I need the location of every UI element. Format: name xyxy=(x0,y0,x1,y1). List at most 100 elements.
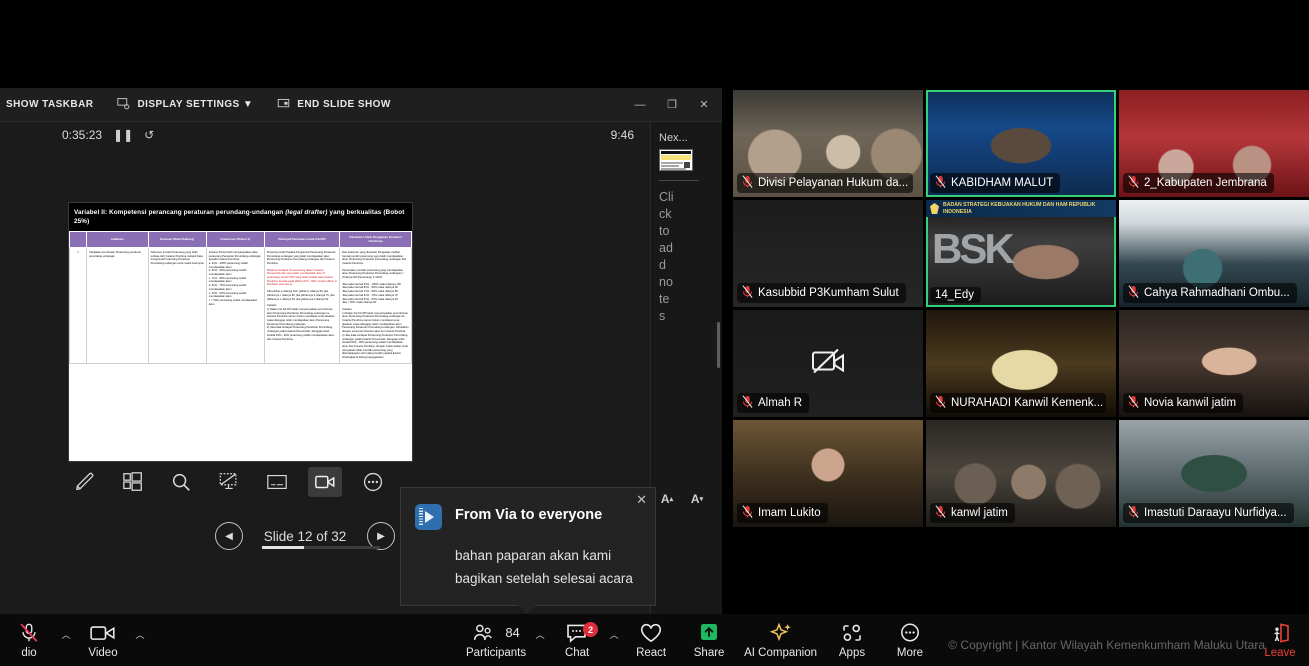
leave-label: Leave xyxy=(1264,646,1296,659)
ai-companion-button[interactable]: AI Companion xyxy=(738,614,823,666)
mic-muted-icon xyxy=(1128,395,1139,411)
sparkle-icon xyxy=(769,622,793,644)
video-options-caret[interactable]: ︿ xyxy=(132,614,148,666)
slide-table-row: 1 Kebijakan pembinaan Perancang peratura… xyxy=(68,246,412,364)
show-taskbar-button[interactable]: SHOW TASKBAR xyxy=(0,88,105,121)
tile-participant-name: kanwl jatim xyxy=(951,507,1008,519)
notes-scrollbar[interactable] xyxy=(717,322,720,368)
previous-slide-button[interactable]: ◀ xyxy=(215,522,243,550)
ai-companion-label: AI Companion xyxy=(744,646,817,659)
more-tool-button[interactable] xyxy=(356,467,390,497)
tile-participant-name: Cahya Rahmadhani Ombu... xyxy=(1144,287,1290,299)
end-slide-show-icon xyxy=(277,97,290,113)
share-label: Share xyxy=(693,646,725,659)
tile-name-badge: NURAHADI Kanwil Kemenk... xyxy=(930,393,1106,413)
font-decrease-button[interactable]: A ▾ xyxy=(686,488,708,510)
minimize-button[interactable]: — xyxy=(624,88,656,121)
video-tile[interactable]: NURAHADI Kanwil Kemenk... xyxy=(926,310,1116,417)
cell-panduan: Dari dokumen yang diupload, Pengawas mel… xyxy=(339,246,412,364)
video-tile[interactable]: KABIDHAM MALUT xyxy=(926,90,1116,197)
next-slide-thumbnail[interactable] xyxy=(659,149,693,171)
notes-pane: Nex... Click to add notes xyxy=(650,122,722,614)
tile-name-badge: Divisi Pelayanan Hukum da... xyxy=(737,173,913,193)
pen-icon xyxy=(75,472,94,490)
notes-placeholder[interactable]: Click to add notes xyxy=(659,189,675,325)
leave-button[interactable]: Leave xyxy=(1251,614,1309,666)
chat-options-caret[interactable]: ︿ xyxy=(606,614,622,666)
participants-options-caret[interactable]: ︿ xyxy=(532,614,548,666)
display-settings-button[interactable]: DISPLAY SETTINGS ▼ xyxy=(105,88,265,121)
font-increase-button[interactable]: A ▴ xyxy=(656,488,678,510)
tile-name-badge: Kasubbid P3Kumham Sulut xyxy=(737,283,906,303)
reset-timer-icon[interactable]: ↺ xyxy=(144,128,154,142)
tile-name-badge: Imastuti Daraayu Nurfidya... xyxy=(1123,503,1294,523)
tile-name-badge: Cahya Rahmadhani Ombu... xyxy=(1123,283,1297,303)
all-slides-tool-button[interactable] xyxy=(116,467,150,497)
audio-button[interactable]: dio xyxy=(0,614,58,666)
tile-participant-name: Kasubbid P3Kumham Sulut xyxy=(758,287,899,299)
chat-button[interactable]: 2 Chat xyxy=(548,614,606,666)
video-tile[interactable]: 2_Kabupaten Jembrana xyxy=(1119,90,1309,197)
participants-count: 84 xyxy=(505,625,520,640)
show-taskbar-label: SHOW TASKBAR xyxy=(6,99,94,110)
video-tile[interactable]: Novia kanwil jatim xyxy=(1119,310,1309,417)
slide-progress-bar[interactable] xyxy=(262,546,380,549)
video-tile[interactable]: Almah R xyxy=(733,310,923,417)
video-tile[interactable]: Imastuti Daraayu Nurfidya... xyxy=(1119,420,1309,527)
petunjuk-para-3: Jika pilihan a nilainya 100, pilihan b n… xyxy=(266,290,335,301)
video-tile[interactable]: BADAN STRATEGI KEBIJAKAN HUKUM DAN HAM R… xyxy=(926,200,1116,307)
mic-muted-icon xyxy=(935,175,946,191)
react-button[interactable]: React xyxy=(622,614,680,666)
end-slide-show-button[interactable]: END SLIDE SHOW xyxy=(265,88,403,121)
black-screen-tool-button[interactable] xyxy=(212,467,246,497)
slide-col-kelusan: Kelusan (Data Dukung) xyxy=(147,231,207,248)
audio-options-caret[interactable]: ︿ xyxy=(58,614,74,666)
microphone-muted-icon xyxy=(18,622,40,644)
video-tile[interactable]: Divisi Pelayanan Hukum da... xyxy=(733,90,923,197)
wall-clock: 9:46 xyxy=(610,128,634,142)
video-tile[interactable]: Cahya Rahmadhani Ombu... xyxy=(1119,200,1309,307)
pause-timer-icon[interactable]: ❚❚ xyxy=(113,128,133,142)
leave-door-icon xyxy=(1268,622,1292,644)
video-tile[interactable]: kanwl jatim xyxy=(926,420,1116,527)
subtitle-tool-button[interactable] xyxy=(260,467,294,497)
camera-tool-button[interactable] xyxy=(308,467,342,497)
restore-button[interactable]: ❐ xyxy=(656,88,688,121)
chat-toast-notification[interactable]: ✕ From Via to everyone bahan paparan aka… xyxy=(400,487,656,614)
slide-canvas[interactable]: Variabel II: Kompetensi perancang peratu… xyxy=(68,202,413,462)
share-screen-icon xyxy=(697,622,721,644)
participants-button[interactable]: 84 Participants xyxy=(460,614,532,666)
petunjuk-highlight: Misalnya terdapat 10 perancang dalam Ins… xyxy=(266,268,338,287)
share-button[interactable]: Share xyxy=(680,614,738,666)
apps-button[interactable]: Apps xyxy=(823,614,881,666)
tile-participant-name: Almah R xyxy=(758,397,803,409)
participants-icon-row: 84 xyxy=(472,622,520,644)
heart-icon xyxy=(639,622,663,644)
tile-name-badge: kanwl jatim xyxy=(930,503,1015,523)
pen-tool-button[interactable] xyxy=(68,467,102,497)
next-slide-label: Nex... xyxy=(659,132,688,144)
end-slide-show-label: END SLIDE SHOW xyxy=(297,99,391,110)
chat-label: Chat xyxy=(564,646,590,659)
close-button[interactable]: ✕ xyxy=(688,88,720,121)
toast-close-button[interactable]: ✕ xyxy=(636,493,647,506)
presenter-tools xyxy=(68,467,390,497)
mic-muted-icon xyxy=(742,175,753,191)
chat-unread-badge: 2 xyxy=(583,622,599,637)
zoom-tool-button[interactable] xyxy=(164,467,198,497)
mic-muted-icon xyxy=(1128,285,1139,301)
cell-petunjuk: Proporsi jumlah Pejabat Fungsional Peran… xyxy=(263,246,341,364)
tile-name-badge: Almah R xyxy=(737,393,810,413)
tile-banner: BADAN STRATEGI KEBIJAKAN HUKUM DAN HAM R… xyxy=(926,200,1116,217)
font-increase-label: A xyxy=(660,492,670,506)
mic-muted-icon xyxy=(1128,505,1139,521)
slide-table-header-row: Indikator Kelusan (Data Dukung) Kuesione… xyxy=(68,231,412,248)
more-label: More xyxy=(896,646,924,659)
video-tile[interactable]: Kasubbid P3Kumham Sulut xyxy=(733,200,923,307)
presentation-timer-row: 0:35:23 ❚❚ ↺ 9:46 xyxy=(0,122,650,148)
video-tile[interactable]: Imam Lukito xyxy=(733,420,923,527)
slide-col-indikator: Indikator xyxy=(86,231,149,248)
more-button[interactable]: More xyxy=(881,614,939,666)
video-button[interactable]: Video xyxy=(74,614,132,666)
toast-font-size-controls: A ▴ A ▾ xyxy=(656,488,708,510)
